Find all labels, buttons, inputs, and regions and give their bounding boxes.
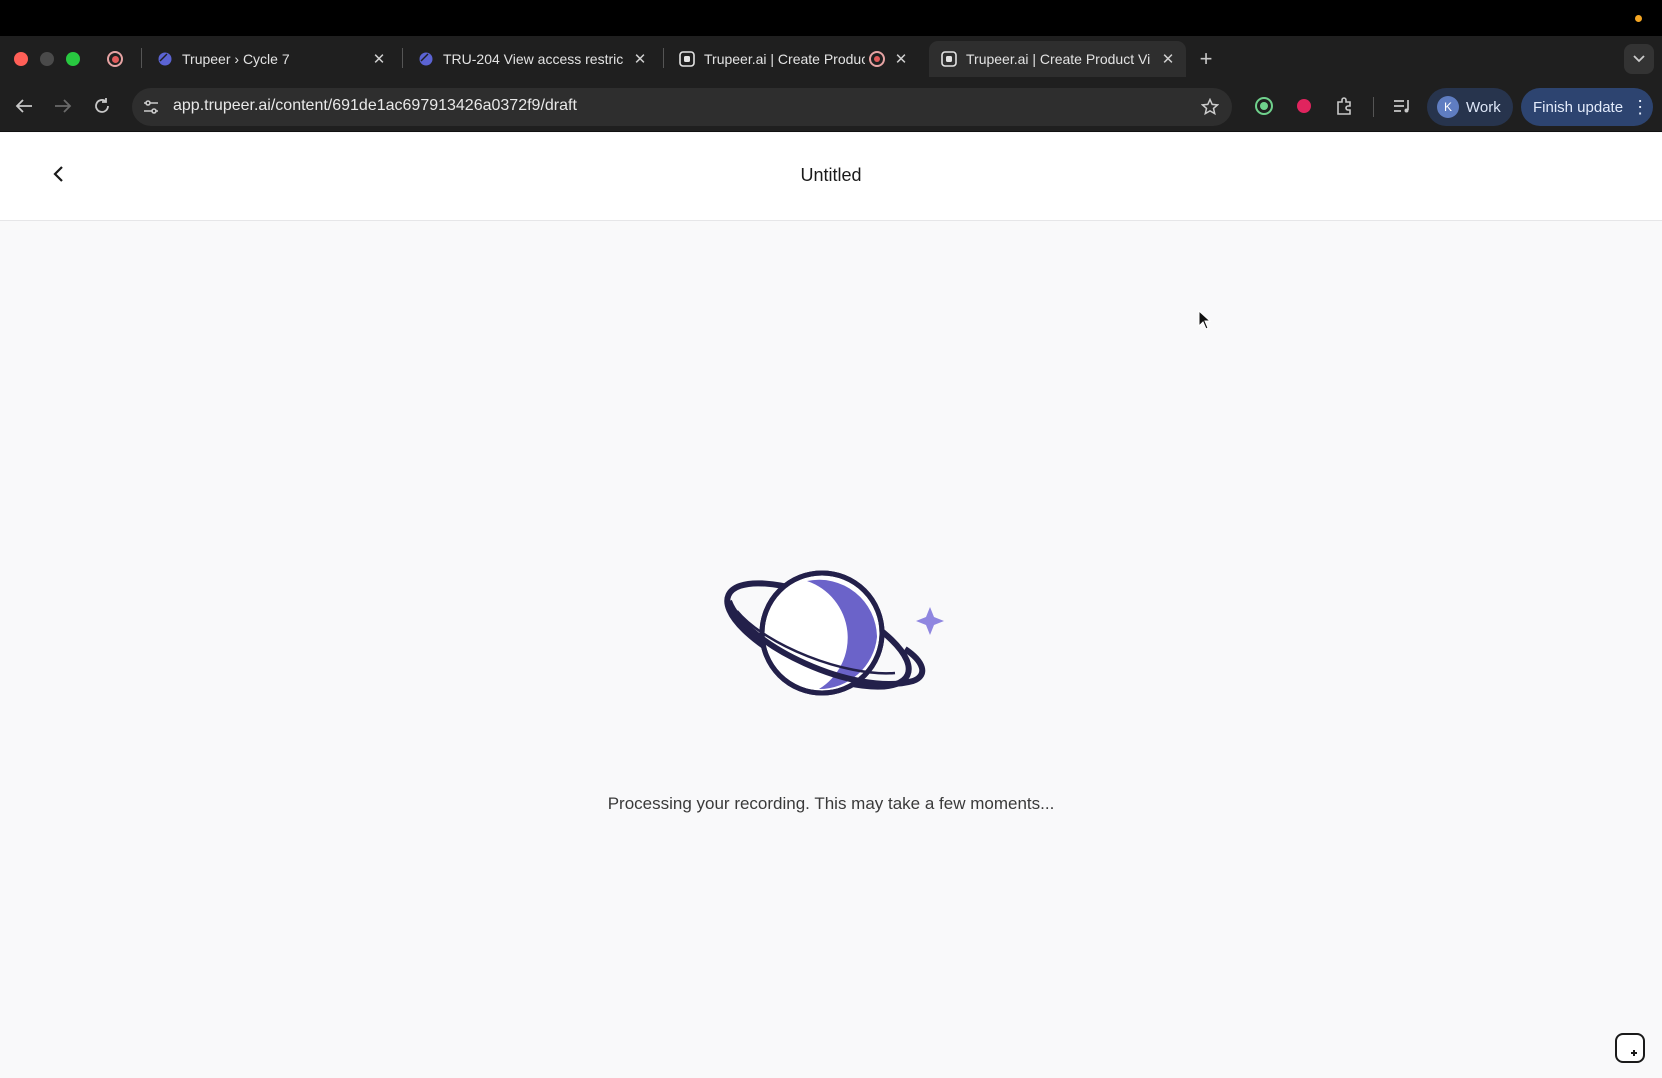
bookmark-star-icon[interactable] bbox=[1198, 95, 1222, 119]
page-title: Untitled bbox=[800, 165, 862, 185]
tab-title: Trupeer.ai | Create Produc bbox=[704, 51, 865, 67]
tab-title: Trupeer › Cycle 7 bbox=[182, 51, 290, 67]
extensions-puzzle-icon[interactable] bbox=[1330, 92, 1358, 120]
url-text[interactable]: app.trupeer.ai/content/691de1ac697913426… bbox=[173, 97, 577, 115]
tab-search-chevron-icon[interactable] bbox=[1624, 44, 1654, 74]
close-tab-icon[interactable]: ✕ bbox=[891, 49, 911, 69]
site-settings-icon[interactable] bbox=[140, 96, 162, 118]
add-frame-icon[interactable] bbox=[1614, 1032, 1646, 1064]
media-controls-icon[interactable] bbox=[1389, 92, 1417, 120]
close-tab-icon[interactable]: ✕ bbox=[1158, 49, 1178, 69]
reload-icon[interactable] bbox=[88, 92, 116, 120]
trupeer-icon bbox=[941, 51, 957, 67]
tab-title: TRU-204 View access restric bbox=[443, 51, 624, 67]
browser-tab-active[interactable]: Trupeer.ai | Create Product Vi ✕ bbox=[929, 41, 1186, 77]
close-tab-icon[interactable]: ✕ bbox=[369, 49, 389, 69]
browser-tab[interactable]: Trupeer.ai | Create Produc ✕ bbox=[667, 41, 919, 77]
profile-chip[interactable]: K Work bbox=[1427, 88, 1513, 126]
extension-target-icon[interactable] bbox=[1250, 92, 1278, 120]
forward-arrow-icon[interactable] bbox=[49, 92, 77, 120]
trupeer-icon bbox=[679, 51, 695, 67]
window-close-button[interactable] bbox=[14, 52, 28, 66]
window-zoom-button[interactable] bbox=[66, 52, 80, 66]
profile-label: Work bbox=[1466, 98, 1501, 116]
tab-title: Trupeer.ai | Create Product Vi bbox=[966, 51, 1151, 67]
browser-tab[interactable]: Trupeer › Cycle 7 ✕ bbox=[145, 41, 397, 77]
extension-record-icon[interactable] bbox=[1290, 92, 1318, 120]
more-vertical-icon: ⋮ bbox=[1631, 97, 1650, 117]
back-arrow-icon[interactable] bbox=[10, 92, 38, 120]
browser-tab[interactable]: TRU-204 View access restric ✕ bbox=[406, 41, 658, 77]
tab-recording-icon bbox=[869, 51, 885, 67]
planet-illustration-icon bbox=[724, 570, 944, 696]
processing-message: Processing your recording. This may take… bbox=[607, 794, 1055, 813]
finish-update-button[interactable]: Finish update ⋮ bbox=[1521, 88, 1653, 126]
system-menu-bar bbox=[0, 0, 1662, 36]
linear-icon bbox=[418, 51, 434, 67]
linear-icon bbox=[157, 51, 173, 67]
recording-indicator-icon[interactable] bbox=[107, 51, 123, 67]
window-minimize-button[interactable] bbox=[40, 52, 54, 66]
toolbar-divider bbox=[1373, 97, 1374, 117]
finish-update-label: Finish update bbox=[1533, 98, 1624, 116]
mouse-cursor-icon bbox=[1198, 310, 1212, 330]
notification-dot bbox=[1635, 15, 1642, 22]
new-tab-icon[interactable]: + bbox=[1192, 45, 1220, 73]
close-tab-icon[interactable]: ✕ bbox=[630, 49, 650, 69]
avatar: K bbox=[1437, 96, 1459, 118]
